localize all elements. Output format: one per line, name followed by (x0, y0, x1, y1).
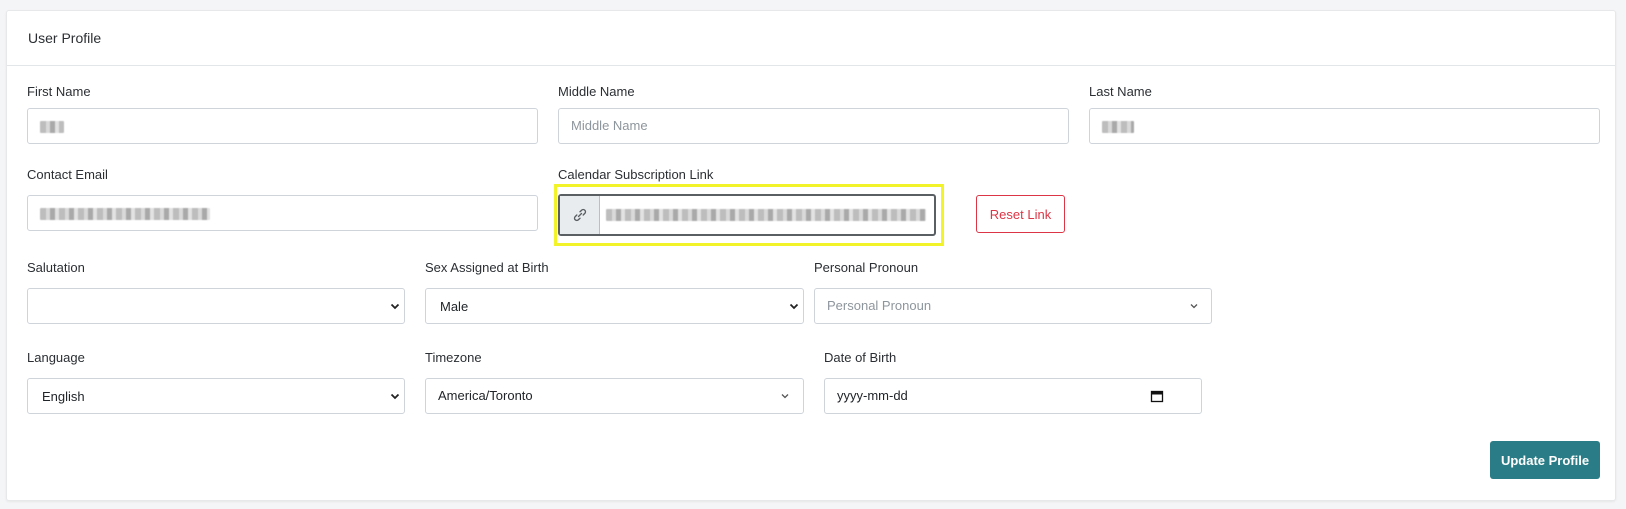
language-label: Language (27, 350, 85, 365)
first-name-field[interactable] (27, 108, 538, 144)
middle-name-field[interactable]: Middle Name (558, 108, 1069, 144)
first-name-label: First Name (27, 84, 91, 99)
redacted-value (40, 207, 210, 220)
dob-label: Date of Birth (824, 350, 897, 365)
middle-name-label: Middle Name (558, 84, 635, 99)
sex-label: Sex Assigned at Birth (425, 260, 549, 275)
link-addon (560, 196, 600, 234)
sex-select[interactable]: Male (425, 288, 804, 324)
dob-field[interactable]: yyyy-mm-dd (824, 378, 1202, 414)
last-name-label: Last Name (1089, 84, 1152, 99)
pronoun-select[interactable]: Personal Pronoun (814, 288, 1212, 324)
language-select[interactable]: English (27, 378, 405, 414)
update-profile-button[interactable]: Update Profile (1490, 441, 1600, 479)
redacted-value (1102, 120, 1134, 133)
middle-name-placeholder: Middle Name (571, 118, 648, 133)
last-name-field[interactable] (1089, 108, 1600, 144)
pronoun-label: Personal Pronoun (814, 260, 919, 275)
contact-email-field[interactable] (27, 195, 538, 231)
salutation-label: Salutation (27, 260, 85, 275)
dob-value: yyyy-mm-dd (837, 388, 908, 403)
link-icon (573, 208, 586, 222)
user-profile-card: User Profile (6, 10, 1616, 501)
calendar-link-field[interactable] (558, 194, 936, 236)
timezone-select[interactable]: America/Toronto (425, 378, 804, 414)
reset-link-button[interactable]: Reset Link (976, 195, 1065, 233)
timezone-label: Timezone (425, 350, 482, 365)
timezone-value: America/Toronto (438, 388, 533, 403)
calendar-icon[interactable] (1150, 389, 1164, 403)
page-title: User Profile (28, 30, 102, 46)
salutation-select[interactable] (27, 288, 405, 324)
contact-email-label: Contact Email (27, 167, 108, 182)
calendar-link-label: Calendar Subscription Link (558, 167, 714, 182)
pronoun-placeholder: Personal Pronoun (827, 298, 932, 313)
redacted-value (606, 209, 926, 221)
card-header: User Profile (7, 11, 1615, 66)
redacted-value (40, 120, 64, 133)
